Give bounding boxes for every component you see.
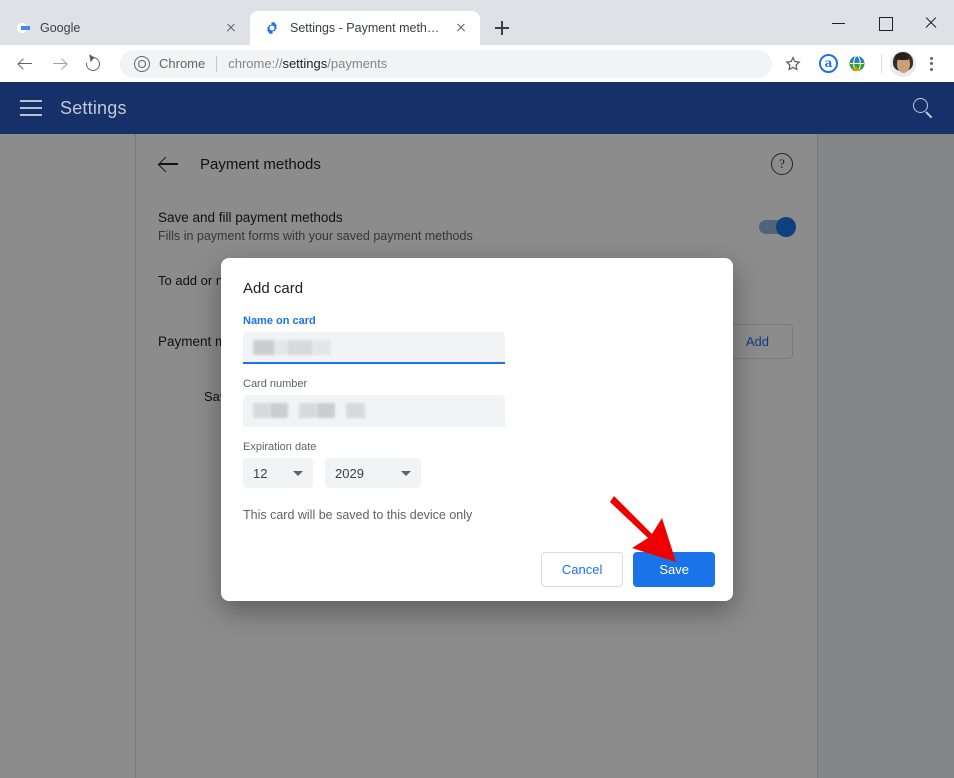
close-window-button[interactable] (908, 7, 954, 39)
dialog-note: This card will be saved to this device o… (243, 508, 473, 522)
expiration-month-select[interactable]: 12 (243, 458, 313, 488)
browser-toolbar: Chrome chrome://settings/payments a (0, 45, 954, 82)
gear-favicon (264, 20, 280, 36)
expiration-year-select[interactable]: 2029 (325, 458, 421, 488)
save-button[interactable]: Save (633, 552, 715, 587)
tab-settings-payment-methods[interactable]: Settings - Payment methods (250, 11, 480, 45)
chevron-down-icon (293, 470, 303, 476)
redacted-value-group-1 (253, 403, 288, 418)
redacted-value (253, 339, 331, 355)
tab-title: Google (40, 21, 81, 35)
hamburger-icon[interactable] (20, 100, 42, 116)
card-number-field: Card number (243, 378, 711, 427)
chrome-icon (134, 55, 150, 72)
close-icon[interactable] (222, 19, 240, 37)
new-tab-button[interactable] (488, 14, 516, 42)
expiration-date-label: Expiration date (243, 441, 317, 453)
name-on-card-label: Name on card (243, 315, 316, 327)
redacted-value-group-3 (346, 403, 365, 418)
omnibox-scheme-label: Chrome (159, 56, 206, 71)
name-on-card-field: Name on card (243, 315, 711, 364)
divider (216, 55, 218, 72)
kebab-menu-icon[interactable] (918, 49, 944, 79)
divider (881, 54, 882, 73)
maximize-button[interactable] (862, 7, 908, 39)
tab-strip: Google Settings - Payment methods (0, 0, 954, 45)
bookmark-star-button[interactable] (778, 49, 808, 79)
page-title: Settings (60, 97, 127, 118)
back-icon (18, 57, 32, 70)
card-number-input[interactable] (243, 395, 505, 427)
tab-google[interactable]: Google (0, 11, 250, 45)
globe-extension-icon[interactable] (847, 54, 867, 74)
dialog-actions: Cancel Save (540, 552, 715, 587)
google-favicon (14, 20, 30, 36)
settings-header: Settings (0, 82, 954, 134)
cancel-button[interactable]: Cancel (540, 552, 624, 587)
close-icon[interactable] (452, 19, 470, 37)
expiration-year-value: 2029 (335, 465, 364, 481)
star-icon (785, 55, 801, 71)
card-number-label: Card number (243, 378, 308, 390)
redacted-value-group-2 (299, 403, 335, 418)
tab-title: Settings - Payment methods (290, 21, 446, 35)
omnibox-url: chrome://settings/payments (228, 56, 387, 71)
expiration-month-value: 12 (253, 465, 268, 481)
forward-icon (52, 57, 66, 70)
add-card-dialog: Add card Name on card Card number Expira… (221, 258, 733, 601)
dialog-title: Add card (243, 280, 304, 297)
extension-a-icon[interactable]: a (819, 54, 838, 73)
expiration-date-field: Expiration date 12 2029 (243, 441, 711, 488)
chevron-down-icon (401, 470, 411, 476)
avatar[interactable] (890, 50, 916, 77)
back-button[interactable] (10, 49, 40, 79)
reload-icon (83, 53, 103, 74)
url-prefix: chrome:// (228, 56, 283, 71)
address-bar[interactable]: Chrome chrome://settings/payments (120, 49, 772, 78)
minimize-button[interactable] (816, 7, 862, 39)
window-controls (816, 0, 954, 45)
forward-button[interactable] (44, 49, 74, 79)
search-icon[interactable] (912, 97, 934, 119)
name-on-card-input[interactable] (243, 332, 505, 364)
url-suffix: /payments (327, 56, 388, 71)
browser-window: Google Settings - Payment methods Chrome… (0, 0, 954, 778)
reload-button[interactable] (78, 49, 108, 79)
url-strong: settings (282, 56, 328, 71)
